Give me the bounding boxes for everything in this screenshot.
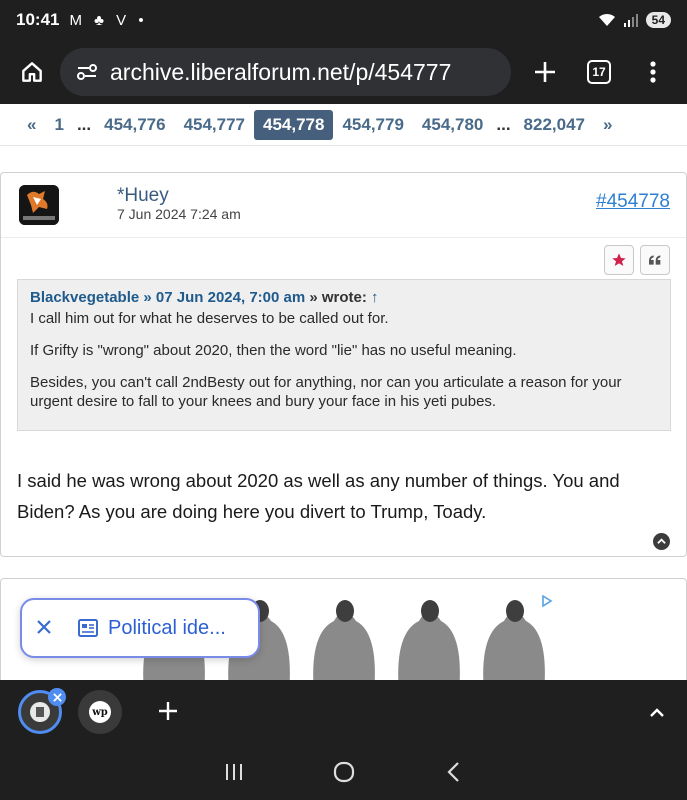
- tab-count: 17: [587, 60, 611, 84]
- quote-paragraph: I call him out for what he deserves to b…: [30, 310, 389, 327]
- avatar[interactable]: [19, 185, 59, 225]
- chip-close-button[interactable]: [36, 615, 52, 641]
- post-body: I said he was wrong about 2020 as well a…: [17, 470, 620, 522]
- article-icon: [78, 619, 98, 637]
- tab-close-button[interactable]: [48, 688, 66, 706]
- status-bar: 10:41 M ♣ V • 54: [0, 0, 687, 40]
- page-link[interactable]: 454,780: [413, 111, 492, 139]
- overflow-menu-button[interactable]: [631, 50, 675, 94]
- quote-source-arrow[interactable]: ↑: [371, 289, 379, 306]
- close-icon: [37, 620, 51, 634]
- page-link[interactable]: 454,779: [333, 111, 412, 139]
- page-ellipsis: ...: [496, 114, 511, 134]
- quote-author-link[interactable]: Blackvegetable: [30, 289, 139, 306]
- tab-strip: wp: [0, 680, 687, 744]
- quote-paragraph: Besides, you can't call 2ndBesty out for…: [30, 374, 622, 410]
- plus-icon: [159, 702, 177, 720]
- post-card: *Huey 7 Jun 2024 7:24 am #454778 Blackve…: [0, 172, 687, 557]
- post-actions: [604, 245, 670, 275]
- quote-date-link[interactable]: 07 Jun 2024, 7:00 am: [156, 289, 305, 306]
- quote-paragraph: If Grifty is "wrong" about 2020, then th…: [30, 342, 517, 359]
- post-permalink[interactable]: #454778: [596, 191, 670, 213]
- tab-thumbnail[interactable]: wp: [78, 690, 122, 734]
- status-time: 10:41: [16, 10, 60, 29]
- wp-logo-icon: wp: [89, 701, 111, 723]
- tab-switcher-button[interactable]: 17: [577, 50, 621, 94]
- quote-header: Blackvegetable » 07 Jun 2024, 7:00 am » …: [30, 289, 658, 306]
- post-header: *Huey 7 Jun 2024 7:24 am #454778: [1, 173, 686, 238]
- page-link-first[interactable]: 1: [45, 111, 72, 139]
- tab-thumbnail-current[interactable]: [18, 688, 66, 734]
- quote-wrote-label: » wrote:: [309, 289, 367, 306]
- quote-button[interactable]: [640, 245, 670, 275]
- chevron-up-icon: [657, 538, 666, 544]
- contextual-chip[interactable]: Political ide...: [20, 598, 260, 658]
- battery-indicator: 54: [645, 12, 671, 28]
- status-right: 54: [598, 12, 671, 28]
- scroll-top-button[interactable]: [653, 533, 670, 550]
- chevron-up-icon: [650, 707, 664, 717]
- post-author[interactable]: *Huey: [117, 185, 169, 207]
- browser-toolbar: archive.liberalforum.net/p/454777 17: [0, 40, 687, 104]
- prev-page-link[interactable]: «: [18, 111, 45, 139]
- home-nav-button[interactable]: [324, 752, 364, 792]
- more-vert-icon: [650, 61, 656, 83]
- wifi-icon: [598, 13, 615, 26]
- new-tab-button[interactable]: [523, 50, 567, 94]
- quote-icon: [649, 255, 661, 265]
- pagination: « 1 ... 454,776 454,777 454,778 454,779 …: [0, 104, 687, 146]
- tab-strip-new-tab-button[interactable]: [158, 695, 178, 729]
- page-link-last[interactable]: 822,047: [515, 111, 594, 139]
- home-circle-icon: [333, 761, 354, 783]
- like-button[interactable]: [604, 245, 634, 275]
- quote-separator: »: [143, 289, 152, 306]
- system-nav-bar: [0, 744, 687, 800]
- site-settings-icon[interactable]: [74, 59, 100, 85]
- quote-block: Blackvegetable » 07 Jun 2024, 7:00 am » …: [17, 279, 671, 431]
- back-button[interactable]: [434, 752, 474, 792]
- chip-label[interactable]: Political ide...: [108, 617, 226, 640]
- back-icon: [446, 762, 459, 782]
- plus-icon: [535, 62, 555, 82]
- avatar-image: [19, 185, 59, 225]
- ad-choices-icon[interactable]: [541, 595, 553, 607]
- tab-strip-expand-button[interactable]: [649, 701, 665, 724]
- url-bar[interactable]: archive.liberalforum.net/p/454777: [60, 48, 511, 96]
- next-page-link[interactable]: »: [594, 111, 621, 139]
- home-icon: [22, 62, 42, 82]
- page-link-current[interactable]: 454,778: [254, 109, 334, 140]
- url-text[interactable]: archive.liberalforum.net/p/454777: [110, 59, 451, 86]
- close-icon: [52, 692, 62, 702]
- notification-icons: M ♣ V •: [69, 11, 148, 29]
- recents-icon: [225, 764, 242, 780]
- page-link[interactable]: 454,777: [175, 111, 254, 139]
- home-button[interactable]: [12, 52, 52, 92]
- page-icon: [30, 702, 50, 722]
- page-link[interactable]: 454,776: [95, 111, 174, 139]
- signal-icon: [623, 14, 638, 27]
- page-ellipsis: ...: [76, 114, 92, 134]
- star-icon: [612, 253, 626, 266]
- recents-button[interactable]: [214, 752, 254, 792]
- post-date: 7 Jun 2024 7:24 am: [117, 206, 241, 222]
